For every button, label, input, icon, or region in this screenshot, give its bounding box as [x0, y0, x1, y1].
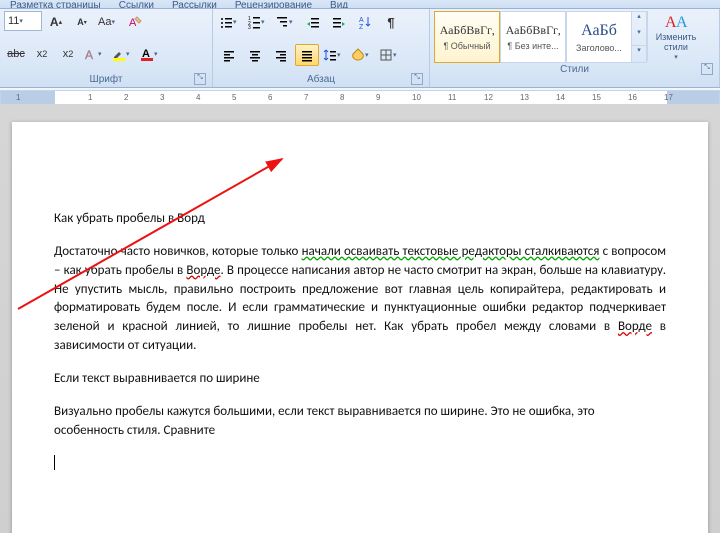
subscript-button[interactable]: x2 [30, 43, 54, 65]
group-label-font: Шрифт⤡ [4, 73, 208, 87]
align-center-button[interactable] [243, 44, 267, 66]
doc-paragraph: Если текст выравнивается по ширине [54, 370, 666, 389]
shading-button[interactable]: ▾ [349, 44, 375, 66]
group-styles: АаБбВвГг, ¶ Обычный АаБбВвГг, ¶ Без инте… [430, 9, 720, 87]
strike-button[interactable]: abc [4, 43, 28, 65]
svg-text:3: 3 [248, 25, 251, 29]
group-font: 11▾ A▴ A▾ Aa▾ A abc x2 x2 A▾ ▾ A▾ Шрифт⤡ [0, 9, 213, 87]
ribbon-tabs: Разметка страницы Ссылки Рассылки Реценз… [0, 0, 720, 9]
multilevel-button[interactable]: ▾ [273, 11, 299, 33]
borders-button[interactable]: ▾ [377, 44, 403, 66]
tab[interactable]: Вид [330, 0, 348, 9]
align-left-button[interactable] [217, 44, 241, 66]
change-styles-icon: AA [663, 11, 689, 33]
svg-text:A: A [676, 14, 688, 31]
tab[interactable]: Рассылки [172, 0, 217, 9]
bullets-button[interactable]: ▾ [217, 11, 243, 33]
justify-button[interactable] [295, 44, 319, 66]
font-color-button[interactable]: A▾ [138, 43, 164, 65]
numbering-button[interactable]: 123▾ [245, 11, 271, 33]
ribbon: 11▾ A▴ A▾ Aa▾ A abc x2 x2 A▾ ▾ A▾ Шрифт⤡… [0, 9, 720, 88]
style-heading[interactable]: АаБб Заголово... [566, 11, 632, 63]
svg-text:Z: Z [359, 24, 364, 29]
increase-indent-button[interactable] [327, 11, 351, 33]
change-case-button[interactable]: Aa▾ [96, 11, 121, 33]
style-preview: АаБбВвГг, [506, 23, 561, 38]
align-right-button[interactable] [269, 44, 293, 66]
highlight-button[interactable]: ▾ [110, 43, 136, 65]
group-label-paragraph: Абзац⤡ [217, 73, 425, 87]
clear-format-button[interactable]: A [123, 11, 147, 33]
document-area: Как убрать пробелы в Ворд Достаточно час… [0, 104, 720, 533]
decrease-indent-button[interactable] [301, 11, 325, 33]
group-label-styles: Стили⤡ [434, 63, 715, 77]
dialog-launcher-icon[interactable]: ⤡ [701, 63, 713, 75]
change-styles-button[interactable]: AA Изменить стили▾ [647, 11, 704, 61]
svg-text:A: A [359, 17, 364, 24]
style-name: Заголово... [576, 43, 622, 53]
tab[interactable]: Разметка страницы [10, 0, 101, 9]
font-size-value: 11 [8, 15, 19, 27]
style-preview: АаБб [581, 21, 617, 40]
show-marks-button[interactable]: ¶ [379, 11, 403, 33]
doc-paragraph: Визуально пробелы кажутся большими, если… [54, 403, 666, 441]
doc-paragraph: Достаточно часто новичков, которые тольк… [54, 243, 666, 356]
document-page[interactable]: Как убрать пробелы в Ворд Достаточно час… [12, 122, 708, 533]
styles-gallery-scroll[interactable]: ▴ ▾ ▾ [632, 11, 647, 63]
tab[interactable]: Ссылки [119, 0, 154, 9]
shrink-font-button[interactable]: A▾ [70, 11, 94, 33]
text-effects-button[interactable]: A▾ [82, 43, 108, 65]
cursor-line [54, 454, 666, 473]
tab[interactable]: Рецензирование [235, 0, 312, 9]
style-name: ¶ Обычный [443, 41, 490, 51]
superscript-button[interactable]: x2 [56, 43, 80, 65]
style-no-spacing[interactable]: АаБбВвГг, ¶ Без инте... [500, 11, 566, 63]
doc-title: Как убрать пробелы в Ворд [54, 210, 666, 229]
dialog-launcher-icon[interactable]: ⤡ [194, 73, 206, 85]
change-styles-label: Изменить стили [648, 33, 704, 53]
sort-button[interactable]: AZ [353, 11, 377, 33]
grow-font-button[interactable]: A▴ [44, 11, 68, 33]
style-normal[interactable]: АаБбВвГг, ¶ Обычный [434, 11, 500, 63]
svg-text:A: A [85, 48, 93, 61]
style-name: ¶ Без инте... [507, 41, 558, 51]
group-paragraph: ▾ 123▾ ▾ AZ ¶ ▾ ▾ ▾ Абзац⤡ [213, 9, 430, 87]
dialog-launcher-icon[interactable]: ⤡ [411, 73, 423, 85]
line-spacing-button[interactable]: ▾ [321, 44, 347, 66]
style-preview: АаБбВвГг, [440, 23, 495, 38]
font-size-combo[interactable]: 11▾ [4, 11, 42, 31]
